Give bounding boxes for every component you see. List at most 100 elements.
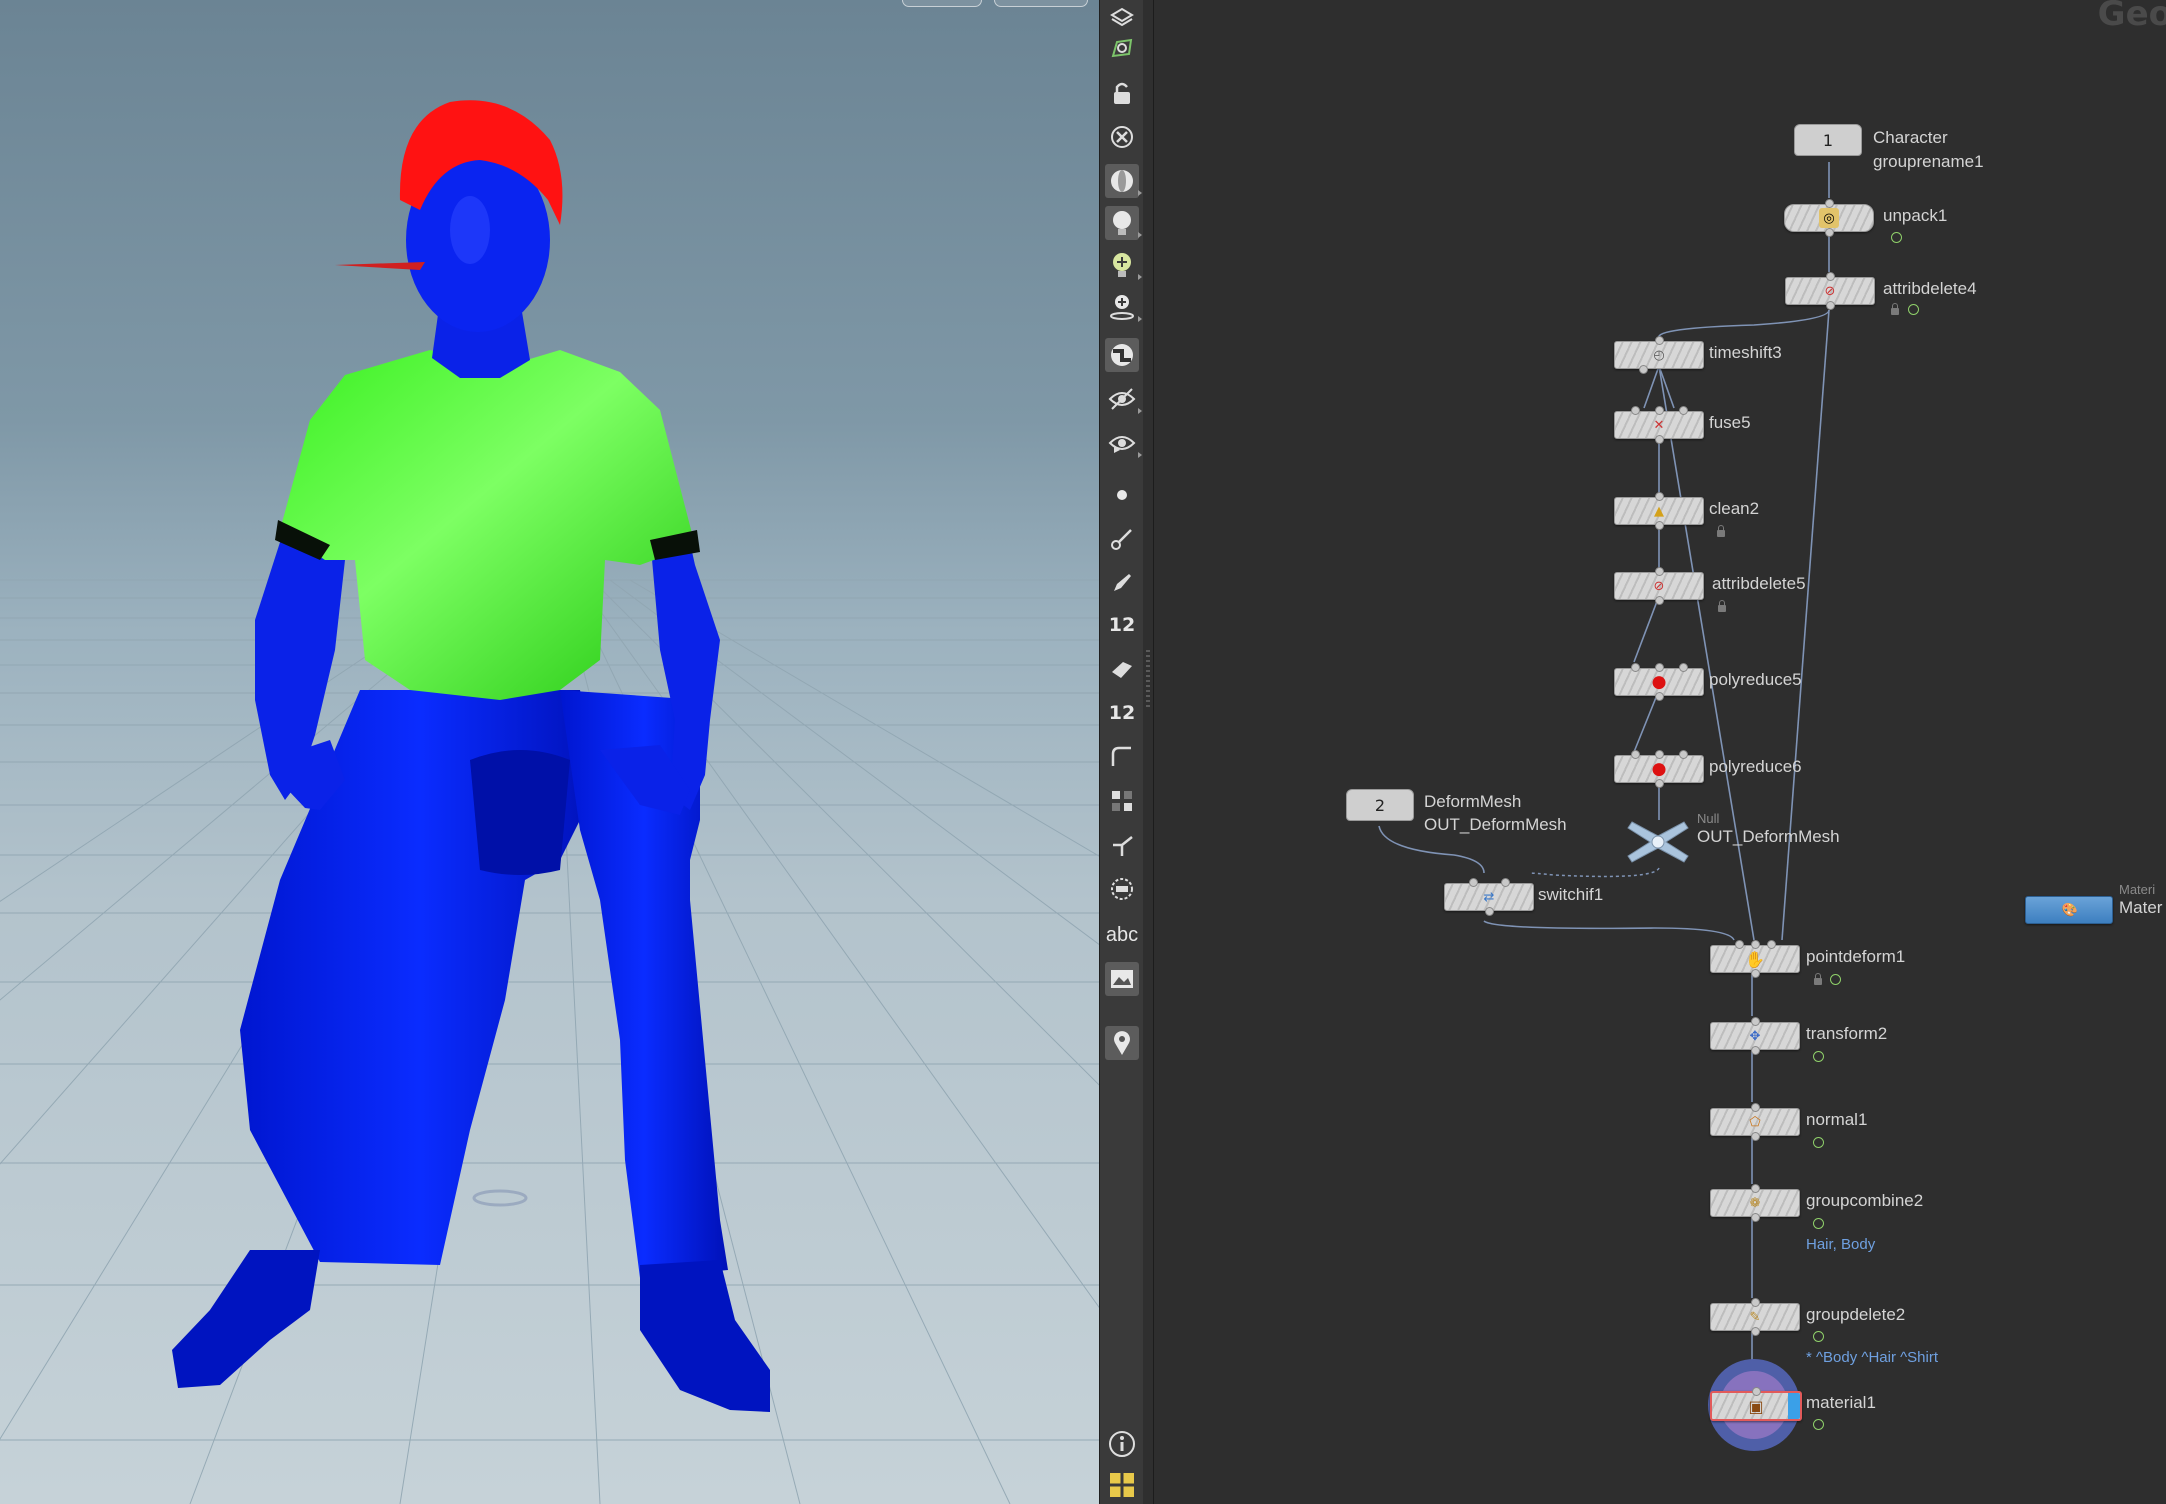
attribdelete5-output[interactable] (1655, 596, 1664, 605)
fuse5-node[interactable]: ✕ (1614, 406, 1704, 444)
polyreduce6-input-1[interactable] (1631, 750, 1640, 759)
deformmesh-node[interactable]: 2 (1346, 789, 1414, 821)
display-options-icon[interactable] (1105, 0, 1139, 32)
pointdeform1-output[interactable] (1751, 969, 1760, 978)
groupcombine2-input[interactable] (1751, 1184, 1760, 1193)
fuse5-input-2[interactable] (1655, 406, 1664, 415)
attribdelete5-input[interactable] (1655, 567, 1664, 576)
groupdelete2-label: groupdelete2 (1806, 1305, 1906, 1324)
transform2-node[interactable]: ✥ (1710, 1017, 1800, 1055)
attribdelete4-output[interactable] (1826, 301, 1835, 310)
circle-icon[interactable] (1105, 872, 1139, 906)
polyreduce6-node[interactable]: ● (1614, 750, 1704, 788)
pointdeform1-node[interactable]: ✋ (1710, 940, 1800, 978)
normals-icon[interactable] (1105, 740, 1139, 774)
material1-display-flag[interactable] (1788, 1393, 1800, 1419)
attribdelete5-label: attribdelete5 (1712, 574, 1806, 593)
fuse5-output[interactable] (1655, 435, 1664, 444)
info-icon[interactable] (1105, 1427, 1139, 1461)
switchif1-input-2[interactable] (1501, 878, 1510, 887)
fuse5-input-1[interactable] (1631, 406, 1640, 415)
clean2-input[interactable] (1655, 492, 1664, 501)
polyreduce6-input-3[interactable] (1679, 750, 1688, 759)
material1-input[interactable] (1752, 1387, 1761, 1396)
visibility-icon[interactable] (1105, 382, 1142, 416)
normal1-node[interactable]: ⬠ (1710, 1103, 1800, 1141)
normal1-input[interactable] (1751, 1103, 1760, 1112)
groupdelete2-icon: ✎ (1749, 1309, 1761, 1325)
headlight-icon[interactable] (1105, 206, 1142, 240)
viewport-camera-button[interactable] (902, 0, 982, 7)
clean2-lock-icon (1717, 525, 1725, 537)
polyreduce5-node[interactable]: ● (1614, 663, 1704, 701)
fuse5-input-3[interactable] (1679, 406, 1688, 415)
scene-viewport[interactable]: 0 0 (0, 0, 1099, 1504)
switchif1-node[interactable]: ⇄ (1444, 878, 1534, 916)
snapping-icon[interactable] (1105, 32, 1139, 66)
pointdeform1-flag-icon (1830, 974, 1841, 985)
unpack-node[interactable]: ◎ (1784, 199, 1874, 237)
splitter-grip[interactable] (1146, 650, 1150, 710)
unpack-input[interactable] (1825, 199, 1834, 208)
checker-icon[interactable] (1105, 338, 1139, 372)
point-numbers-icon[interactable]: 12 (1105, 608, 1139, 642)
light-add-icon[interactable] (1105, 248, 1142, 282)
transform2-input[interactable] (1751, 1017, 1760, 1026)
viewport-scene: 0 0 (0, 100, 1099, 1504)
light-place-icon[interactable] (1105, 290, 1142, 324)
timeshift3-input[interactable] (1655, 336, 1664, 345)
material1-node[interactable]: ▣ (1710, 1387, 1802, 1421)
network-editor[interactable]: Geo 1 Character grouprename1 ◎ unpack1 ⊘… (1154, 0, 2166, 1504)
uv-icon[interactable] (1105, 784, 1139, 818)
timeshift3-node[interactable]: ◴ (1614, 336, 1704, 374)
transform2-label: transform2 (1806, 1024, 1888, 1043)
primitive-numbers-icon[interactable]: 12 (1105, 696, 1139, 730)
background-image-icon[interactable] (1105, 962, 1139, 996)
pointdeform1-input-2[interactable] (1751, 940, 1760, 949)
groupdelete2-output[interactable] (1751, 1327, 1760, 1336)
transform2-output[interactable] (1751, 1046, 1760, 1055)
attribdelete4-input[interactable] (1826, 272, 1835, 281)
visibility-render-icon[interactable] (1105, 426, 1142, 460)
remove-icon[interactable] (1105, 120, 1139, 154)
primitive-icon[interactable] (1105, 652, 1139, 686)
polyreduce5-input-3[interactable] (1679, 663, 1688, 672)
switchif1-output[interactable] (1485, 907, 1494, 916)
attribdelete4-node[interactable]: ⊘ (1785, 272, 1875, 310)
lock-camera-icon[interactable] (1105, 76, 1139, 110)
abc-icon[interactable]: abc (1105, 918, 1139, 952)
clean2-output[interactable] (1655, 521, 1664, 530)
pointdeform1-input-3[interactable] (1767, 940, 1776, 949)
normal1-icon: ⬠ (1749, 1114, 1761, 1130)
character-model[interactable] (172, 100, 770, 1412)
point-icon[interactable] (1105, 478, 1139, 512)
polyreduce6-input-2[interactable] (1655, 750, 1664, 759)
grouprename-node[interactable]: 1 (1794, 124, 1862, 156)
groupcombine2-node[interactable]: ❁ (1710, 1184, 1800, 1222)
unpack-output[interactable] (1825, 228, 1834, 237)
pointdeform1-input-1[interactable] (1735, 940, 1744, 949)
timeshift3-output[interactable] (1639, 365, 1648, 374)
axis-icon[interactable] (1105, 828, 1139, 862)
switchif1-input-1[interactable] (1469, 878, 1478, 887)
pen-icon[interactable] (1105, 566, 1139, 600)
polyreduce5-input-1[interactable] (1631, 663, 1640, 672)
polyreduce6-output[interactable] (1655, 779, 1664, 788)
polyreduce5-input-2[interactable] (1655, 663, 1664, 672)
pane-splitter[interactable] (1143, 0, 1154, 1504)
polyreduce5-output[interactable] (1655, 692, 1664, 701)
groupdelete2-node[interactable]: ✎ (1710, 1298, 1800, 1336)
groupdelete2-input[interactable] (1751, 1298, 1760, 1307)
shading-icon[interactable] (1105, 164, 1142, 198)
pin-icon[interactable] (1105, 1026, 1139, 1060)
viewport-display-button[interactable] (994, 0, 1088, 7)
null-node[interactable] (1626, 814, 1690, 870)
layout-icon[interactable] (1105, 1468, 1139, 1502)
attribdelete5-node[interactable]: ⊘ (1614, 567, 1704, 605)
groupcombine2-output[interactable] (1751, 1213, 1760, 1222)
normal1-output[interactable] (1751, 1132, 1760, 1141)
material-network-node[interactable]: 🎨 (2025, 896, 2113, 924)
brush-icon[interactable] (1105, 522, 1139, 556)
clean2-node[interactable]: ▲ (1614, 492, 1704, 530)
attribdelete4-lock-icon (1891, 303, 1899, 315)
